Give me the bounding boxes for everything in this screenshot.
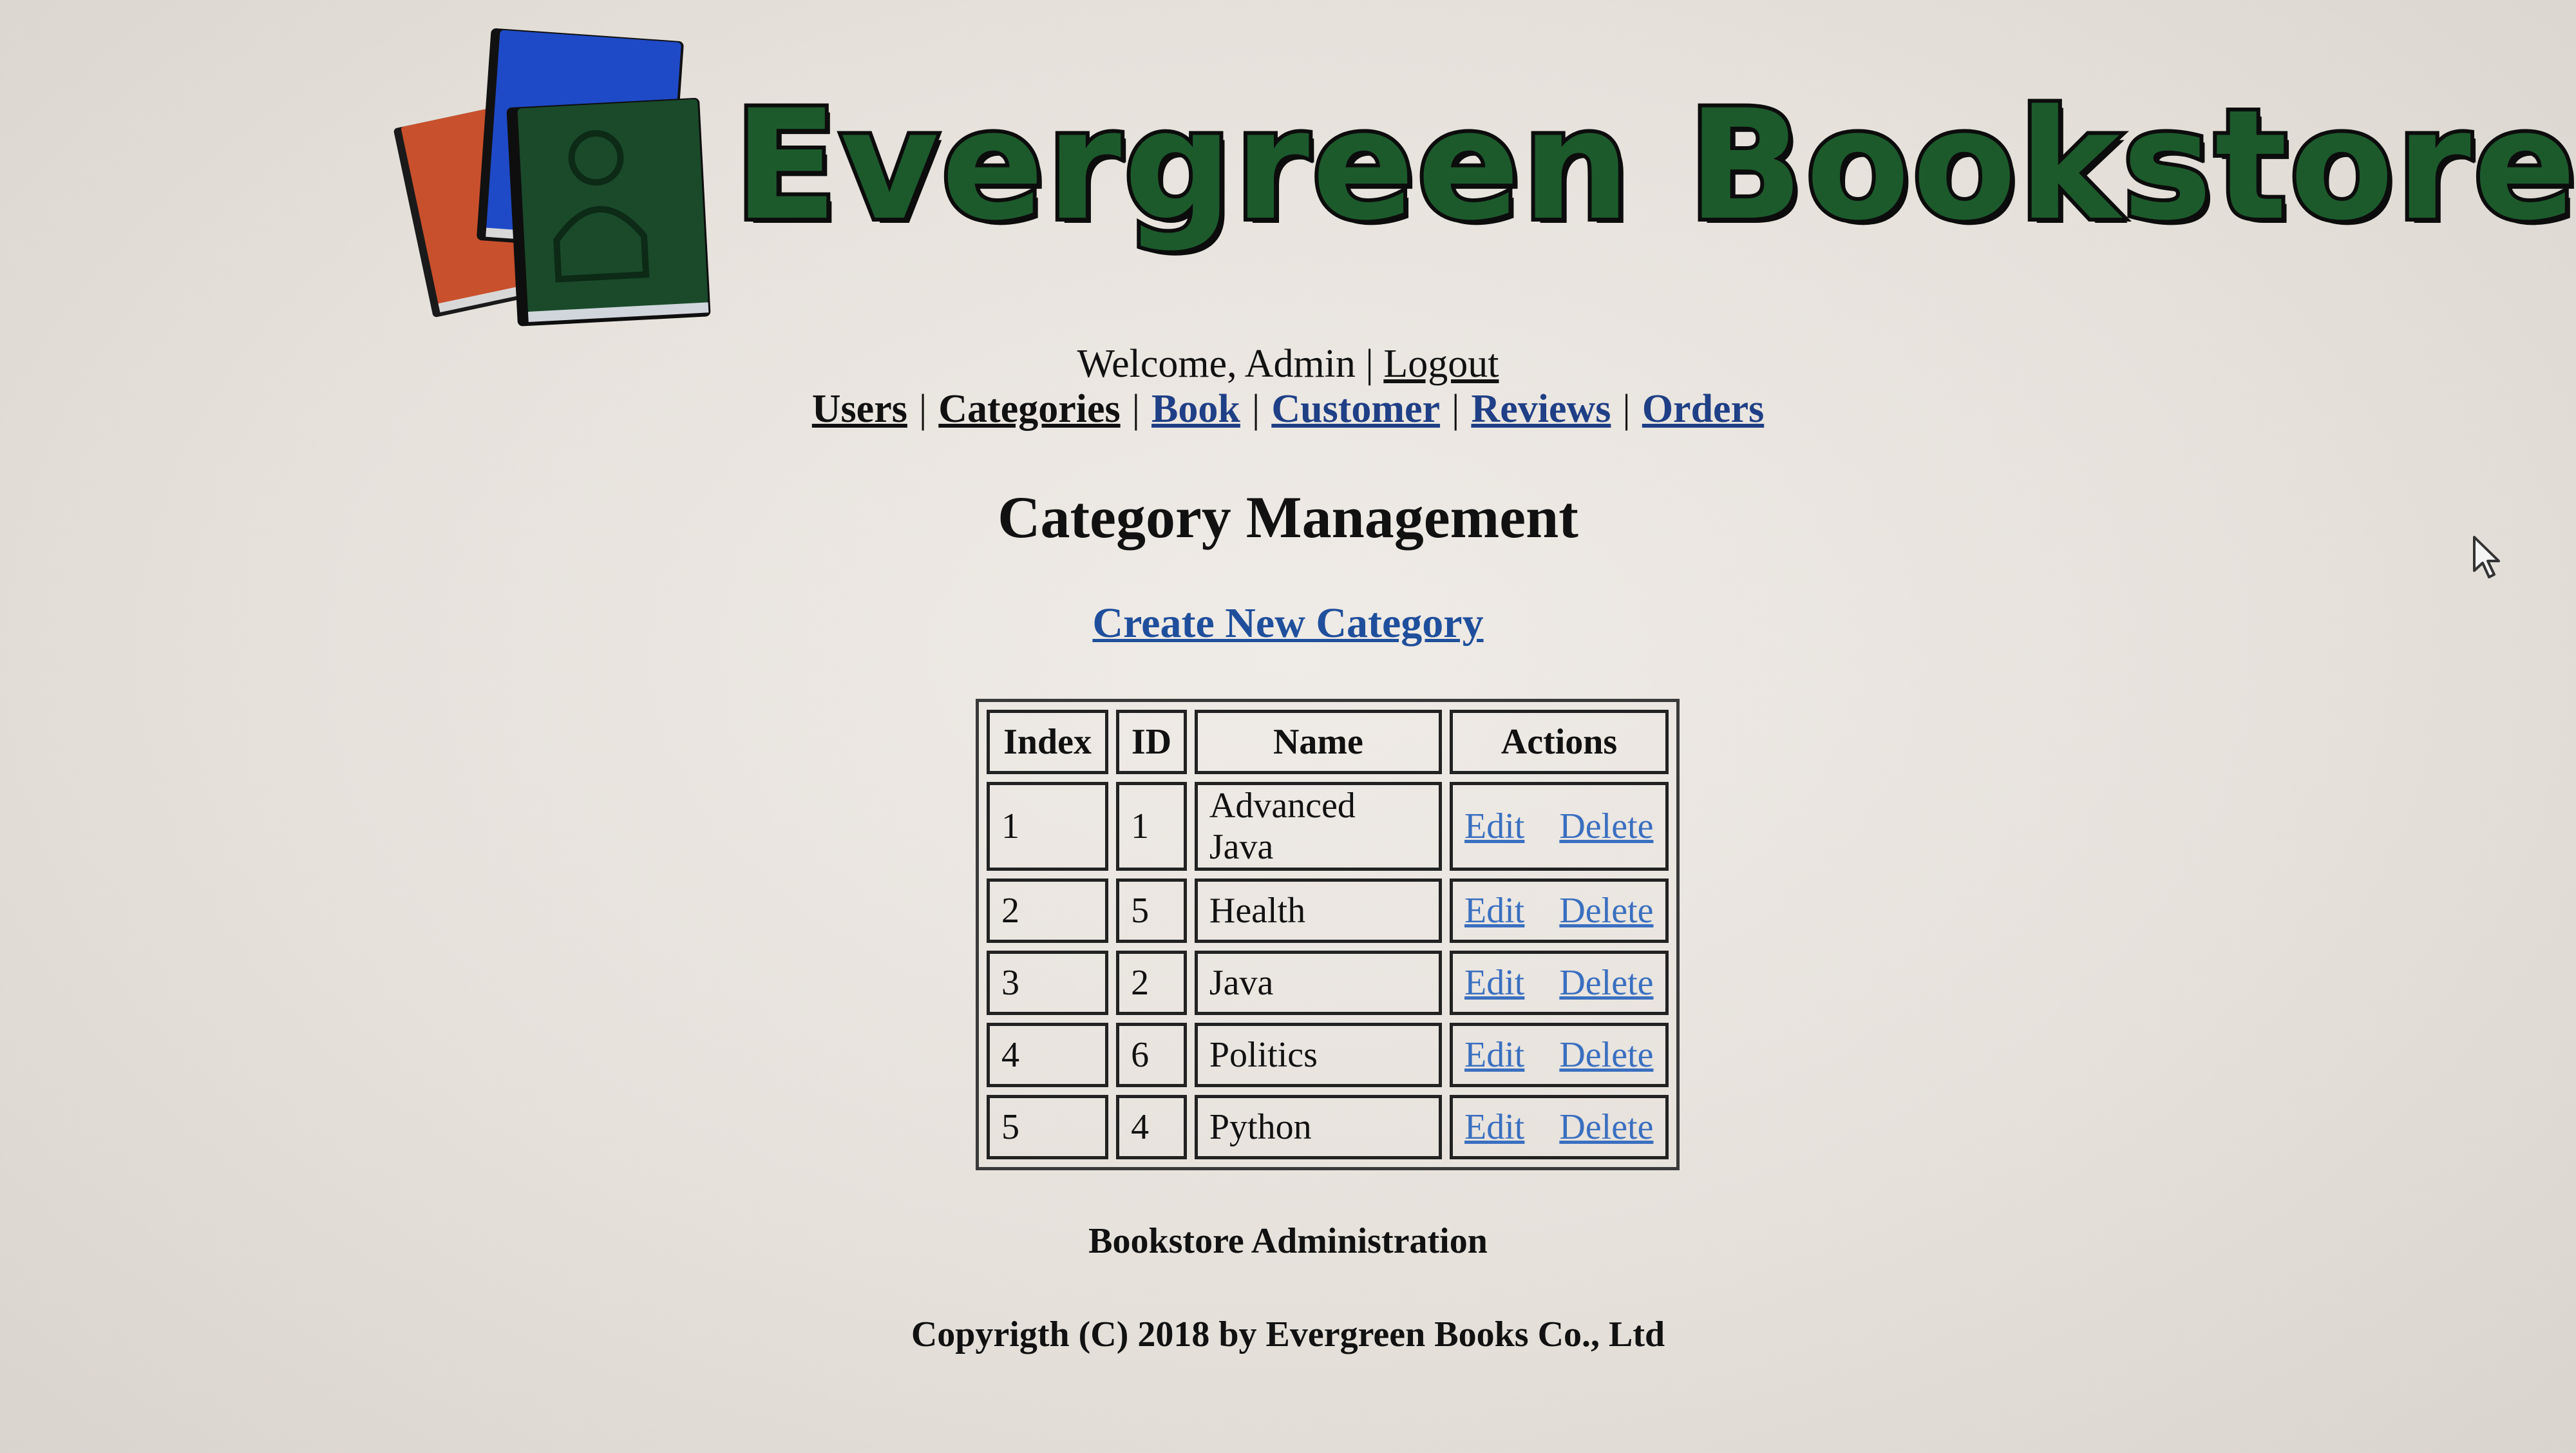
nav-book[interactable]: Book	[1151, 387, 1240, 431]
separator: |	[1365, 342, 1374, 386]
footer-copyright: Copyrigth (C) 2018 by Evergreen Books Co…	[911, 1315, 1665, 1354]
nav-separator: |	[1251, 387, 1260, 431]
cell-actions: Edit Delete	[1450, 878, 1669, 943]
welcome-text: Welcome, Admin	[1077, 342, 1356, 386]
cell-actions: Edit Delete	[1450, 951, 1669, 1015]
welcome-bar: Welcome, Admin | Logout	[0, 341, 2576, 387]
table-row: 4 6 Politics Edit Delete	[987, 1023, 1669, 1087]
nav-users[interactable]: Users	[812, 387, 907, 431]
cell-name: Java	[1194, 951, 1443, 1015]
create-category-link[interactable]: Create New Category	[1092, 600, 1483, 647]
nav-categories[interactable]: Categories	[938, 387, 1120, 431]
cell-actions: Edit Delete	[1450, 1095, 1669, 1159]
category-table: Index ID Name Actions 1 1 Advanced Java …	[976, 699, 1680, 1170]
logo-text: Evergreen Bookstore	[730, 78, 2576, 254]
delete-link[interactable]: Delete	[1559, 963, 1653, 1003]
edit-link[interactable]: Edit	[1464, 963, 1524, 1003]
nav-separator: |	[918, 387, 927, 431]
cell-index: 4	[987, 1023, 1109, 1087]
category-table-wrap: Index ID Name Actions 1 1 Advanced Java …	[976, 699, 1680, 1170]
table-row: 1 1 Advanced Java Edit Delete	[987, 782, 1669, 871]
logout-link[interactable]: Logout	[1383, 342, 1499, 386]
nav-orders[interactable]: Orders	[1642, 387, 1764, 431]
cell-name: Advanced Java	[1194, 782, 1443, 871]
header-id: ID	[1116, 710, 1187, 774]
mouse-cursor-icon	[2473, 536, 2500, 578]
cell-index: 5	[987, 1095, 1109, 1159]
create-link-wrap: Create New Category	[0, 599, 2576, 648]
edit-link[interactable]: Edit	[1464, 1107, 1524, 1147]
nav-separator: |	[1622, 387, 1631, 431]
header: Evergreen Bookstore	[386, 19, 2576, 328]
delete-link[interactable]: Delete	[1559, 891, 1653, 931]
table-row: 5 4 Python Edit Delete	[987, 1095, 1669, 1159]
cell-id: 2	[1116, 951, 1187, 1015]
page-title: Category Management	[998, 484, 1578, 550]
nav-reviews[interactable]: Reviews	[1471, 387, 1611, 431]
cell-id: 4	[1116, 1095, 1187, 1159]
cell-name: Politics	[1194, 1023, 1443, 1087]
books-logo-icon	[393, 28, 711, 327]
cell-actions: Edit Delete	[1450, 782, 1669, 871]
cell-name: Python	[1194, 1095, 1443, 1159]
cell-actions: Edit Delete	[1450, 1023, 1669, 1087]
table-row: 3 2 Java Edit Delete	[987, 951, 1669, 1015]
nav-separator: |	[1452, 387, 1460, 431]
page: Evergreen Bookstore Welcome, Admin | Log…	[0, 0, 2576, 1453]
edit-link[interactable]: Edit	[1464, 1035, 1524, 1075]
table-row: 2 5 Health Edit Delete	[987, 878, 1669, 943]
admin-nav: Users | Categories | Book | Customer | Reviews | O…	[0, 386, 2576, 432]
footer-admin: Bookstore Administration	[1088, 1221, 1488, 1261]
delete-link[interactable]: Delete	[1559, 1107, 1653, 1147]
cell-index: 2	[987, 878, 1109, 943]
cell-id: 1	[1116, 782, 1187, 871]
header-name: Name	[1194, 710, 1443, 774]
header-actions: Actions	[1450, 710, 1669, 774]
header-index: Index	[987, 710, 1109, 774]
delete-link[interactable]: Delete	[1559, 806, 1653, 846]
cell-index: 1	[987, 782, 1109, 871]
edit-link[interactable]: Edit	[1464, 891, 1524, 931]
edit-link[interactable]: Edit	[1464, 806, 1524, 846]
cell-id: 6	[1116, 1023, 1187, 1087]
nav-separator: |	[1132, 387, 1141, 431]
table-header-row: Index ID Name Actions	[987, 710, 1669, 774]
delete-link[interactable]: Delete	[1559, 1035, 1653, 1075]
nav-customer[interactable]: Customer	[1271, 387, 1440, 431]
cell-name: Health	[1194, 878, 1443, 943]
cell-id: 5	[1116, 878, 1187, 943]
cell-index: 3	[987, 951, 1109, 1015]
